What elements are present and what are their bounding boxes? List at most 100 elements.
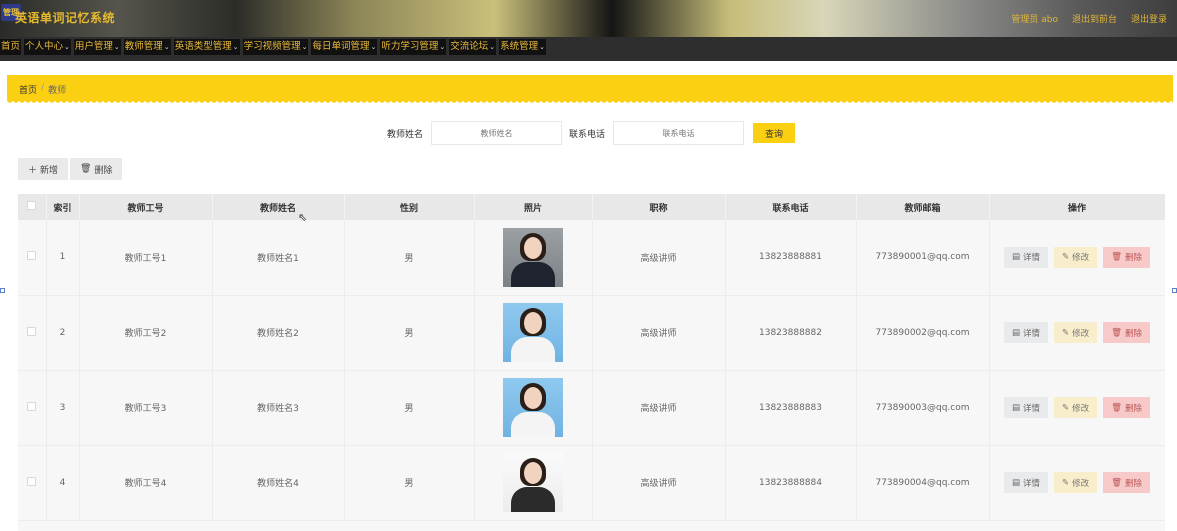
row-checkbox[interactable] <box>27 251 37 261</box>
plus-icon: ＋ <box>28 165 38 176</box>
chevron-down-icon: ⌄ <box>439 43 446 51</box>
trash-icon: 🗑 <box>1111 477 1122 488</box>
row-select-cell <box>18 370 47 446</box>
nav-item-label: 系统管理 <box>500 41 539 52</box>
search-form: 教师姓名 联系电话 查询 <box>387 121 796 145</box>
delete-button[interactable]: 🗑 删除 <box>1103 472 1150 493</box>
photo-face <box>524 236 542 259</box>
photo-body <box>511 337 555 362</box>
edit-button[interactable]: ✎ 修改 <box>1054 246 1098 268</box>
teacher-photo[interactable] <box>503 227 563 287</box>
actions-cell: ▤ 详情 ✎ 修改 🗑 删除 <box>989 220 1165 296</box>
search-button[interactable]: 查询 <box>753 123 796 143</box>
trash-icon: 🗑 <box>1111 327 1122 338</box>
nav-item[interactable]: 听力学习管理 ⌄ <box>380 39 447 55</box>
row-select-cell <box>18 445 47 521</box>
nav-item[interactable]: 交流论坛 ⌄ <box>449 39 497 55</box>
actions-cell: ▤ 详情 ✎ 修改 🗑 删除 <box>989 370 1165 446</box>
email-cell: 773890002@qq.com <box>856 295 990 371</box>
logout-link[interactable]: 退出登录 <box>1131 12 1167 25</box>
main-content: 首页 / 教师 教师姓名 联系电话 查询 ＋ 新增 🗑 删除 <box>7 61 1175 531</box>
edit-label: 修改 <box>1072 328 1090 339</box>
column-header: 索引 <box>46 194 80 220</box>
trash-icon: 🗑 <box>1111 402 1122 413</box>
row-select-cell <box>18 220 47 296</box>
edit-button[interactable]: ✎ 修改 <box>1054 397 1098 418</box>
nav-item[interactable]: 用户管理 ⌄ <box>73 39 121 55</box>
document-icon: ▤ <box>1012 477 1021 488</box>
nav-item[interactable]: 学习视频管理 ⌄ <box>242 39 309 55</box>
nav-item-label: 听力学习管理 <box>381 41 439 52</box>
column-header: 性别 <box>344 194 475 220</box>
row-select-cell <box>18 295 47 371</box>
phone-input[interactable] <box>613 121 745 145</box>
phone-cell: 13823888884 <box>725 445 857 521</box>
title-cell: 高级讲师 <box>592 370 726 446</box>
delete-button[interactable]: 🗑 删除 <box>1103 322 1150 343</box>
breadcrumb-separator: / <box>41 83 45 93</box>
actions-cell: ▤ 详情 ✎ 修改 🗑 删除 <box>989 295 1165 371</box>
nav-item[interactable]: 个人中心 ⌄ <box>24 39 71 55</box>
row-checkbox[interactable] <box>27 476 37 486</box>
delete-label: 删除 <box>1124 478 1142 489</box>
select-all-checkbox[interactable] <box>27 201 37 210</box>
nav-item[interactable]: 系统管理 ⌄ <box>499 39 547 55</box>
breadcrumb-current: 教师 <box>48 86 67 96</box>
nav-item[interactable]: 每日单词管理 ⌄ <box>311 39 378 55</box>
detail-button[interactable]: ▤ 详情 <box>1004 246 1049 268</box>
nav-item[interactable]: 英语类型管理 ⌄ <box>173 39 240 55</box>
batch-delete-label: 删除 <box>94 165 113 176</box>
edit-button[interactable]: ✎ 修改 <box>1054 472 1098 493</box>
nav-item[interactable]: 首页 <box>0 39 22 55</box>
chevron-down-icon: ⌄ <box>539 43 546 51</box>
edit-button[interactable]: ✎ 修改 <box>1054 322 1098 343</box>
detail-button[interactable]: ▤ 详情 <box>1004 397 1049 418</box>
name-cell: 教师姓名4 <box>212 445 345 521</box>
teacher-photo[interactable] <box>503 453 563 512</box>
toolbar: ＋ 新增 🗑 删除 <box>18 158 123 180</box>
add-button[interactable]: ＋ 新增 <box>18 158 69 180</box>
nav-item-label: 首页 <box>1 41 21 52</box>
delete-button[interactable]: 🗑 删除 <box>1103 397 1150 418</box>
photo-face <box>524 312 542 334</box>
delete-button[interactable]: 🗑 删除 <box>1103 246 1150 268</box>
app-title: 英语单词记忆系统 <box>15 11 116 25</box>
teacher-name-input[interactable] <box>431 121 563 145</box>
name-cell: 教师姓名2 <box>212 295 345 371</box>
admin-user-link[interactable]: 管理员 abo <box>1011 12 1058 25</box>
photo-body <box>511 412 555 437</box>
title-cell: 高级讲师 <box>592 220 726 296</box>
nav-item[interactable]: 教师管理 ⌄ <box>123 39 171 55</box>
nav-item-label: 个人中心 <box>25 41 64 52</box>
detail-button[interactable]: ▤ 详情 <box>1004 322 1049 343</box>
trash-icon: 🗑 <box>80 164 92 174</box>
teacher-name-label: 教师姓名 <box>387 129 424 140</box>
column-header: 联系电话 <box>725 194 857 220</box>
job-no-cell: 教师工号2 <box>79 295 213 371</box>
detail-button[interactable]: ▤ 详情 <box>1004 472 1049 493</box>
row-checkbox[interactable] <box>27 326 37 336</box>
teacher-photo[interactable] <box>503 303 563 362</box>
back-to-frontend-link[interactable]: 退出到前台 <box>1072 12 1117 25</box>
chevron-down-icon: ⌄ <box>64 43 70 51</box>
document-icon: ▤ <box>1012 252 1021 263</box>
edit-label: 修改 <box>1072 403 1090 414</box>
right-resize-handle[interactable] <box>1172 288 1177 293</box>
title-cell: 高级讲师 <box>592 295 726 371</box>
left-resize-handle[interactable] <box>0 288 5 293</box>
table-row: 2 教师工号2 教师姓名2 男 高级讲师 13823888882 773890002@qq.… <box>18 295 1165 371</box>
row-checkbox[interactable] <box>27 401 37 411</box>
nav-items: 首页 个人中心 ⌄ 用户管理 ⌄ 教师管理 ⌄ 英语类型管理 ⌄ 学习视频管理 ⌄ 每日单词管理 ⌄ 听力… <box>0 39 549 55</box>
pencil-icon: ✎ <box>1062 402 1070 413</box>
breadcrumb-home[interactable]: 首页 <box>19 83 37 96</box>
chevron-down-icon: ⌄ <box>370 43 377 51</box>
pencil-icon: ✎ <box>1062 327 1070 338</box>
index-cell: 1 <box>46 220 80 296</box>
photo-cell <box>474 220 593 296</box>
nav-item-label: 教师管理 <box>124 41 163 52</box>
table-row: 3 教师工号3 教师姓名3 男 高级讲师 13823888883 773890003@qq.… <box>18 370 1165 446</box>
photo-cell <box>474 445 593 521</box>
detail-label: 详情 <box>1023 478 1041 489</box>
teacher-photo[interactable] <box>503 378 563 437</box>
batch-delete-button[interactable]: 🗑 删除 <box>70 158 123 180</box>
